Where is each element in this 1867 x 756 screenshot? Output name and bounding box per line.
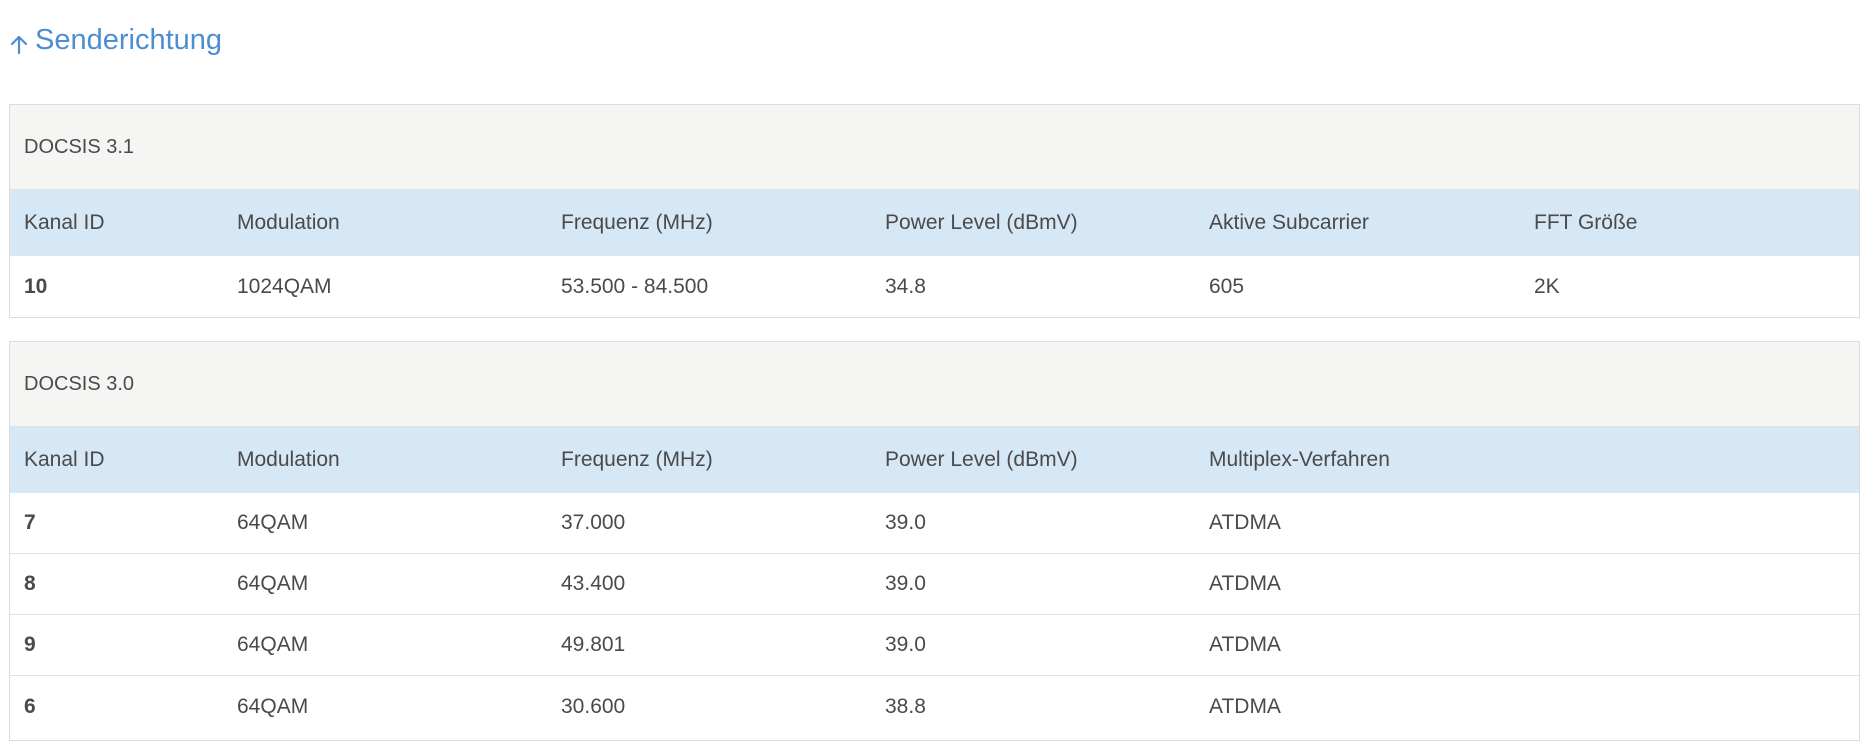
column-header-aktive-subcarrier: Aktive Subcarrier: [1209, 211, 1369, 234]
power-level-cell: 39.0: [885, 511, 926, 534]
multiplex-verfahren-cell: ATDMA: [1209, 511, 1281, 534]
table-row: 10 1024QAM 53.500 - 84.500 34.8 605 2K: [10, 256, 1859, 317]
table-row: 7 64QAM 37.000 39.0 ATDMA: [10, 493, 1859, 554]
kanal-id-cell: 6: [24, 694, 36, 718]
kanal-id-cell: 9: [24, 633, 36, 656]
multiplex-verfahren-cell: ATDMA: [1209, 633, 1281, 656]
power-level-cell: 39.0: [885, 572, 926, 595]
power-level-cell: 38.8: [885, 694, 926, 718]
docsis30-header-row: Kanal ID Modulation Frequenz (MHz) Power…: [10, 427, 1859, 493]
column-header-multiplex-verfahren: Multiplex-Verfahren: [1209, 448, 1390, 471]
column-header-modulation: Modulation: [237, 211, 340, 234]
frequenz-cell: 43.400: [561, 572, 626, 595]
modulation-cell: 64QAM: [237, 633, 309, 656]
arrow-up-icon: [8, 33, 30, 55]
page: Senderichtung DOCSIS 3.1 Kanal ID Modula…: [0, 0, 1867, 756]
column-header-kanal-id: Kanal ID: [24, 448, 105, 471]
docsis30-panel: DOCSIS 3.0 Kanal ID Modulation Frequenz …: [9, 341, 1860, 741]
docsis31-header-row: Kanal ID Modulation Frequenz (MHz) Power…: [10, 190, 1859, 256]
frequenz-cell: 49.801: [561, 633, 626, 656]
kanal-id-cell: 8: [24, 572, 36, 595]
column-header-modulation: Modulation: [237, 448, 340, 471]
section-heading: Senderichtung: [8, 20, 222, 60]
docsis31-title: DOCSIS 3.1: [10, 105, 1859, 190]
multiplex-verfahren-cell: ATDMA: [1209, 694, 1281, 718]
power-level-cell: 39.0: [885, 633, 926, 656]
column-header-frequenz: Frequenz (MHz): [561, 448, 713, 471]
column-header-power-level: Power Level (dBmV): [885, 211, 1078, 234]
frequenz-cell: 30.600: [561, 694, 626, 718]
frequenz-cell: 53.500 - 84.500: [561, 274, 709, 298]
column-header-kanal-id: Kanal ID: [24, 211, 105, 234]
modulation-cell: 1024QAM: [237, 274, 332, 298]
table-row: 8 64QAM 43.400 39.0 ATDMA: [10, 554, 1859, 615]
kanal-id-cell: 7: [24, 511, 36, 534]
fft-groesse-cell: 2K: [1534, 274, 1560, 298]
column-header-frequenz: Frequenz (MHz): [561, 211, 713, 234]
docsis31-panel: DOCSIS 3.1 Kanal ID Modulation Frequenz …: [9, 104, 1860, 318]
aktive-subcarrier-cell: 605: [1209, 274, 1245, 298]
modulation-cell: 64QAM: [237, 511, 309, 534]
modulation-cell: 64QAM: [237, 694, 309, 718]
section-title: Senderichtung: [35, 24, 223, 56]
multiplex-verfahren-cell: ATDMA: [1209, 572, 1281, 595]
table-row: 6 64QAM 30.600 38.8 ATDMA: [10, 676, 1859, 737]
power-level-cell: 34.8: [885, 274, 926, 298]
docsis30-title: DOCSIS 3.0: [10, 342, 1859, 427]
column-header-fft-groesse: FFT Größe: [1534, 211, 1638, 234]
kanal-id-cell: 10: [24, 274, 48, 298]
table-row: 9 64QAM 49.801 39.0 ATDMA: [10, 615, 1859, 676]
column-header-power-level: Power Level (dBmV): [885, 448, 1078, 471]
docsis30-rows: 7 64QAM 37.000 39.0 ATDMA 8 64QAM 43.400…: [10, 493, 1859, 737]
modulation-cell: 64QAM: [237, 572, 309, 595]
frequenz-cell: 37.000: [561, 511, 626, 534]
